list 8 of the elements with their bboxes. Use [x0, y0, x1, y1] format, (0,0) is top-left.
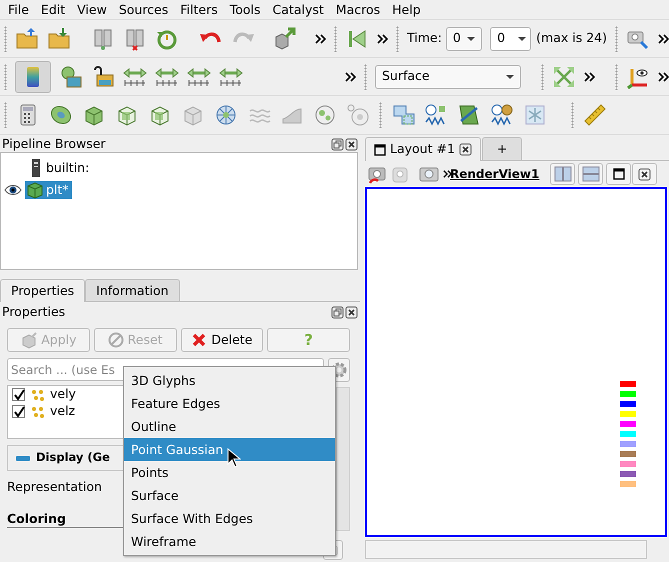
array-name: vely	[50, 385, 76, 404]
max-time-label: (max is 24)	[536, 29, 607, 48]
field-label: Representation	[7, 478, 102, 496]
panel-title: Pipeline Browser	[2, 135, 106, 154]
section-title: Display (Ge	[36, 449, 110, 466]
panel-title: Properties	[2, 303, 66, 322]
array-name: velz	[50, 402, 76, 420]
time-label: Time:	[407, 29, 442, 48]
